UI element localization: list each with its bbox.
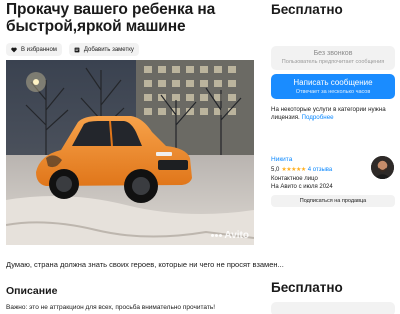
listing-title: Прокачу вашего ребенка на быстрой,яркой … [6,1,216,35]
car-photo [6,60,254,245]
description-heading: Описание [6,285,58,297]
sidebar: Бесплатно Без звонков Пользователь предп… [271,0,395,122]
license-notice: На некоторые услуги в категории нужна ли… [271,106,395,122]
price-repeat: Бесплатно [271,280,343,295]
subscribe-button[interactable]: Подписаться на продавца [271,195,395,207]
user-avatar-icon [371,156,394,179]
write-message-button[interactable]: Написать сообщение Отвечает за несколько… [271,74,395,99]
avito-logo-icon [211,234,223,237]
add-note-label: Добавить заметку [83,46,134,53]
no-calls-title: Без звонков [313,50,353,57]
avito-watermark: Avito [211,230,249,241]
add-note-button[interactable]: Добавить заметку [68,43,139,56]
listing-quote: Думаю, страна должна знать своих героев,… [6,260,284,269]
avatar[interactable] [371,156,394,179]
write-message-label: Написать сообщение [293,78,373,87]
note-icon [74,47,80,52]
no-calls-box: Без звонков Пользователь предпочитает со… [271,46,395,70]
response-time-label: Отвечает за несколько часов [295,89,371,95]
description-text: Важно: это не аттракцион для всех, прось… [6,304,216,311]
listing-photo[interactable]: Avito [6,60,254,245]
avito-watermark-text: Avito [224,230,249,241]
listing-header: Прокачу вашего ребенка на быстрой,яркой … [6,0,258,56]
price: Бесплатно [271,2,343,17]
license-more-link[interactable]: Подробнее [302,114,334,121]
star-icons: ★★★★★ [281,167,306,173]
seller-card: Никита 5,0 ★★★★★ 4 отзыва Контактное лиц… [271,156,395,190]
no-calls-subtitle: Пользователь предпочитает сообщения [281,59,385,65]
rating-value: 5,0 [271,166,280,173]
listing-actions: В избранном Добавить заметку [6,43,258,56]
heart-icon [11,47,17,52]
reviews-link[interactable]: 4 отзыва [308,167,332,173]
bottom-contact-box [271,302,395,314]
favorite-label: В избранном [21,46,57,53]
favorite-button[interactable]: В избранном [6,43,62,56]
seller-since: На Авито с июля 2024 [271,184,333,190]
